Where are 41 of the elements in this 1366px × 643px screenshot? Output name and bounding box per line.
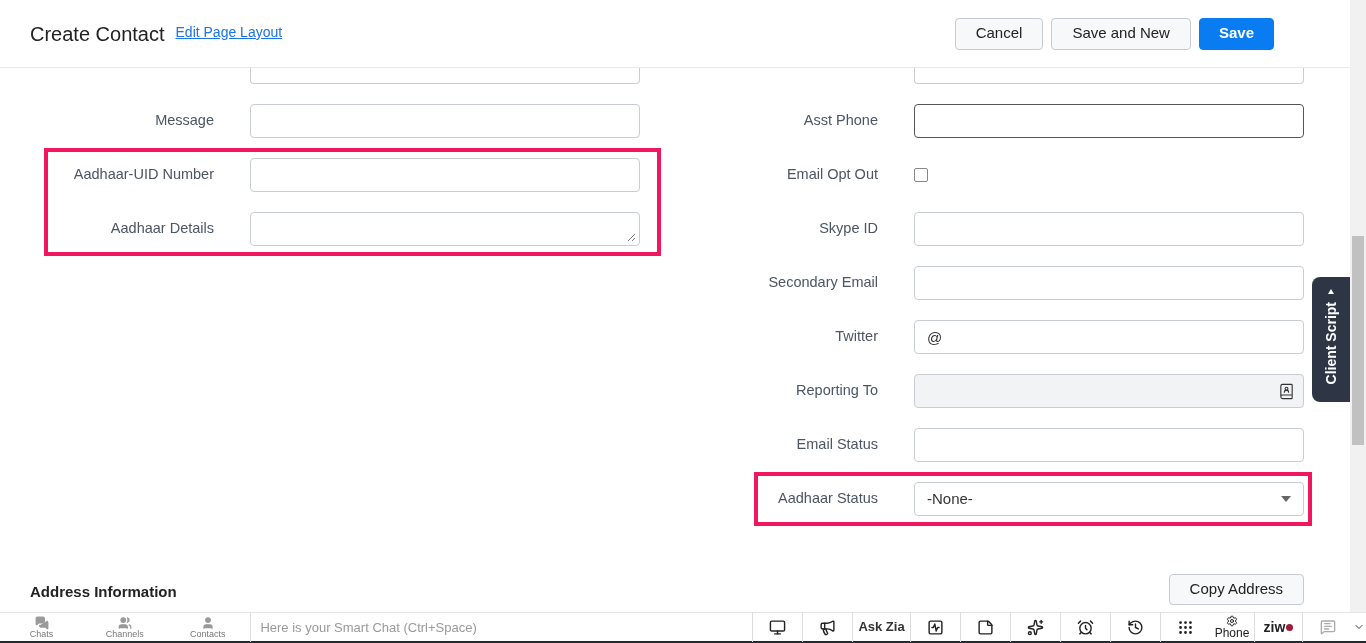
header-button[interactable]: Cancel xyxy=(954,17,1044,50)
ask-zia-button[interactable]: Ask Zia xyxy=(852,612,910,642)
page-title: Create Contact xyxy=(30,21,165,47)
gear-icon xyxy=(1226,615,1238,627)
caret-icon xyxy=(1328,289,1334,294)
chat-bar-tab[interactable]: Chats xyxy=(0,615,84,639)
scrollbar[interactable] xyxy=(1350,0,1366,612)
field-label: Email Status xyxy=(795,435,878,455)
section-title: Address Information xyxy=(30,582,177,602)
caret-icon xyxy=(1281,496,1291,502)
field-label: Reporting To xyxy=(795,381,878,401)
person-icon xyxy=(200,615,215,630)
field-label: Secondary Email xyxy=(767,273,878,293)
copy-address-button[interactable]: Copy Address xyxy=(1168,574,1304,605)
field-label: Asst Phone xyxy=(802,111,878,131)
date-field[interactable] xyxy=(914,68,1304,84)
smart-chat-field[interactable]: Here is your Smart Chat (Ctrl+Space) xyxy=(250,612,752,642)
field-label: Aadhaar Details xyxy=(109,219,214,239)
field-label: Skype ID xyxy=(818,219,878,239)
text-field[interactable]: @ xyxy=(914,320,1304,354)
field-label: Aadhaar Status xyxy=(777,489,878,509)
client-script-label: Client Script xyxy=(1321,302,1340,385)
checkbox[interactable] xyxy=(914,168,928,182)
scrollbar-thumb[interactable] xyxy=(1352,236,1364,445)
field-label: Aadhaar-UID Number xyxy=(72,165,214,185)
phone-button[interactable]: Phone xyxy=(1210,612,1254,642)
people-icon xyxy=(117,615,132,630)
client-script-tab[interactable]: Client Script xyxy=(1312,277,1350,402)
text-field[interactable] xyxy=(914,104,1304,138)
header-button[interactable]: Save and New xyxy=(1051,17,1191,50)
save-button[interactable]: Save xyxy=(1198,17,1274,50)
edit-layout-link[interactable]: Edit Page Layout xyxy=(175,22,283,43)
zia-logo[interactable]: ziw xyxy=(1254,612,1302,642)
field-label: Email Opt Out xyxy=(785,165,878,185)
chat-bubbles-icon xyxy=(34,615,49,630)
field-label: Twitter xyxy=(834,327,878,347)
field-label: Message xyxy=(154,111,214,131)
chat-bar-tab[interactable]: Channels xyxy=(83,615,167,639)
dropdown-field[interactable]: -None- xyxy=(914,482,1304,516)
chat-bar-tab[interactable]: Contacts xyxy=(166,615,250,639)
resize-handle-icon[interactable] xyxy=(626,232,636,242)
